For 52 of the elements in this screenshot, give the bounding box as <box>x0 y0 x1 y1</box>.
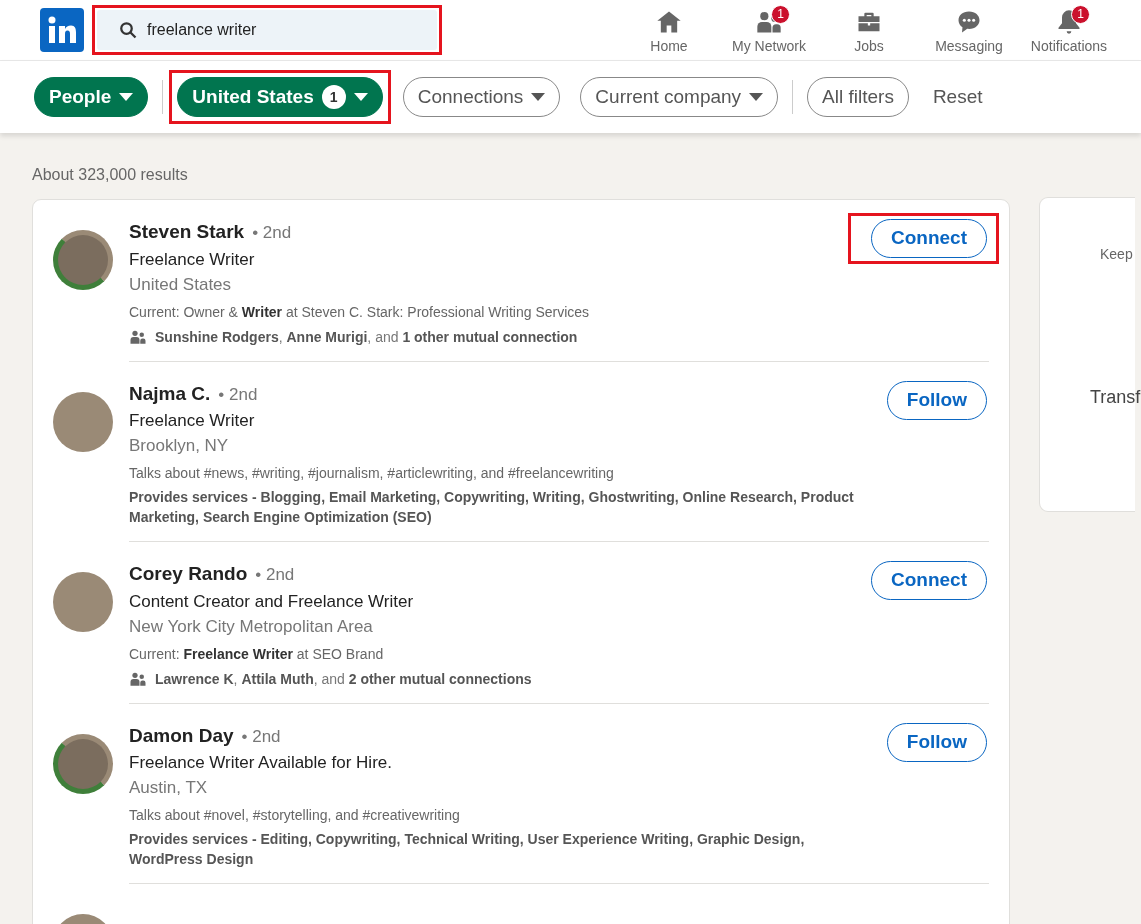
current-position: Current: Freelance Writer at SEO Brand <box>129 644 385 664</box>
filter-chip[interactable]: All filters <box>807 77 909 117</box>
profile-action-button[interactable]: Follow <box>886 722 987 762</box>
headline: Freelance Writer <box>129 410 256 432</box>
caret-icon <box>119 93 134 101</box>
caret-icon <box>531 93 546 101</box>
current-position: Current: Owner & Writer at Steven C. Stark: Professional Writing Services <box>129 302 591 322</box>
notification-badge: 1 <box>1071 4 1090 24</box>
location: United States <box>129 273 233 296</box>
location: Austin, TX <box>129 777 209 799</box>
location: Brooklyn, NY <box>129 435 230 457</box>
headline: Freelance Writer <box>129 248 256 271</box>
nav-item[interactable]: Notifications 1 <box>1019 3 1119 57</box>
profile-action-button[interactable]: Connect <box>871 561 987 600</box>
connection-degree: • 2nd <box>218 383 258 406</box>
nav-item[interactable]: Jobs <box>819 3 919 57</box>
profile-action-button[interactable]: Follow <box>886 380 987 420</box>
filter-chip[interactable]: Current company <box>580 77 779 117</box>
side-card-text: Transf <box>1089 386 1141 409</box>
nav-item[interactable]: Messaging <box>919 3 1019 57</box>
count-badge: 1 <box>321 85 346 109</box>
filter-chip[interactable]: People <box>34 77 149 117</box>
caret-icon <box>353 93 368 101</box>
topics-text: Talks about #news, #writing, #journalism, #articlewriting, and #freelancewriting <box>129 464 615 483</box>
connection-degree: • 2nd <box>255 564 295 586</box>
caret-icon <box>749 93 764 101</box>
connection-degree: • 2nd <box>241 725 281 748</box>
person-name[interactable]: Najma C. <box>129 379 211 408</box>
headline: Freelance Writer Available for Hire. <box>129 752 393 774</box>
notification-badge: 1 <box>771 4 790 24</box>
profile-action-button[interactable]: Connect <box>871 219 987 258</box>
connection-degree: • 2nd <box>252 222 292 244</box>
nav-item[interactable]: My Network 1 <box>719 3 819 57</box>
search-icon <box>119 21 137 39</box>
mutual-connections: Lawrence K, Attila Muth, and 2 other mutual connections <box>155 669 532 689</box>
search-field[interactable]: freelance writer <box>97 10 437 50</box>
person-name[interactable]: Steven Stark <box>129 218 245 247</box>
results-count: About 323,000 results <box>32 165 189 185</box>
mutual-connections: Sunshine Rodgers, Anne Murigi, and 1 other mutual connection <box>155 327 578 347</box>
services-text: Provides services - Editing, Copywriting, Technical Writing, User Experience Writing, Graphic Design, WordPress Design <box>129 830 806 869</box>
location: New York City Metropolitan Area <box>129 615 374 638</box>
person-name[interactable]: Corey Rando <box>129 560 248 589</box>
headline: Content Creator and Freelance Writer <box>129 590 415 613</box>
filter-chip[interactable]: United States 1 <box>177 77 383 117</box>
logo-icon[interactable] <box>40 8 84 52</box>
filter-chip[interactable]: Connections <box>402 77 561 117</box>
side-card-text: Keep <box>1099 245 1133 264</box>
reset-link[interactable]: Reset <box>920 82 995 112</box>
person-name[interactable]: Damon Day <box>129 721 234 750</box>
topics-text: Talks about #novel, #storytelling, and #creativewriting <box>129 806 461 825</box>
services-text: Provides services - Blogging, Email Marketing, Copywriting, Writing, Ghostwriting, Online Research, Product Marketing, Search Engine Optimization (SEO) <box>129 488 855 527</box>
nav-item[interactable]: Home <box>619 3 719 57</box>
